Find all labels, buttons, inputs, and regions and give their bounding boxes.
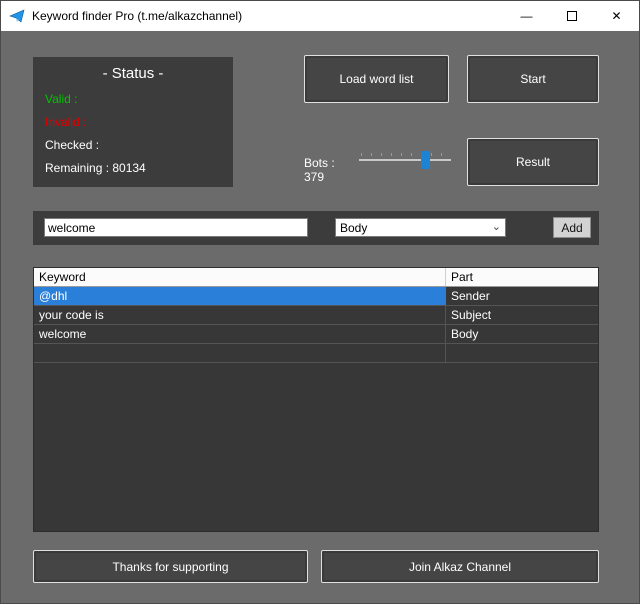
part-cell: Body (446, 325, 598, 343)
keyword-entry-bar: Body ⌄ Add (33, 211, 599, 245)
join-channel-button[interactable]: Join Alkaz Channel (321, 550, 599, 583)
bots-label: Bots : 379 (304, 156, 356, 184)
minimize-button[interactable]: — (504, 1, 549, 31)
thanks-button[interactable]: Thanks for supporting (33, 550, 308, 583)
result-button[interactable]: Result (467, 138, 599, 186)
keyword-table: Keyword Part @dhlSenderyour code isSubje… (33, 267, 599, 532)
table-row[interactable]: welcomeBody (34, 325, 598, 344)
part-select-value: Body (340, 221, 367, 235)
app-window: Keyword finder Pro (t.me/alkazchannel) —… (0, 0, 640, 604)
status-invalid: Invalid : (45, 115, 221, 129)
table-row[interactable] (34, 344, 598, 363)
start-button[interactable]: Start (467, 55, 599, 103)
slider-ticks (361, 153, 449, 156)
status-title: - Status - (45, 65, 221, 82)
keyword-cell (34, 344, 446, 362)
app-icon (9, 8, 25, 24)
titlebar: Keyword finder Pro (t.me/alkazchannel) —… (1, 1, 639, 31)
chevron-down-icon: ⌄ (492, 220, 501, 233)
part-cell: Sender (446, 287, 598, 305)
load-word-list-button[interactable]: Load word list (304, 55, 449, 103)
slider-thumb[interactable] (421, 151, 430, 169)
add-button[interactable]: Add (553, 217, 591, 238)
table-row[interactable]: @dhlSender (34, 287, 598, 306)
table-row[interactable]: your code isSubject (34, 306, 598, 325)
keyword-cell: welcome (34, 325, 446, 343)
status-panel: - Status - Valid : Invalid : Checked : R… (33, 57, 233, 187)
part-cell (446, 344, 598, 362)
slider-track (359, 159, 451, 161)
column-header-part[interactable]: Part (446, 268, 598, 286)
keyword-input[interactable] (44, 218, 308, 237)
main-content: - Status - Valid : Invalid : Checked : R… (1, 31, 640, 604)
keyword-cell: your code is (34, 306, 446, 324)
table-header: Keyword Part (34, 268, 598, 287)
status-valid: Valid : (45, 92, 221, 106)
keyword-cell: @dhl (34, 287, 446, 305)
maximize-icon (567, 11, 577, 21)
close-button[interactable]: ✕ (594, 1, 639, 31)
column-header-keyword[interactable]: Keyword (34, 268, 446, 286)
bots-slider[interactable] (359, 145, 451, 175)
table-body: @dhlSenderyour code isSubjectwelcomeBody (34, 287, 598, 363)
window-title: Keyword finder Pro (t.me/alkazchannel) (32, 9, 504, 23)
part-select[interactable]: Body ⌄ (335, 218, 506, 237)
part-cell: Subject (446, 306, 598, 324)
status-checked: Checked : (45, 138, 221, 152)
maximize-button[interactable] (549, 1, 594, 31)
window-controls: — ✕ (504, 1, 639, 31)
status-remaining: Remaining : 80134 (45, 161, 221, 175)
